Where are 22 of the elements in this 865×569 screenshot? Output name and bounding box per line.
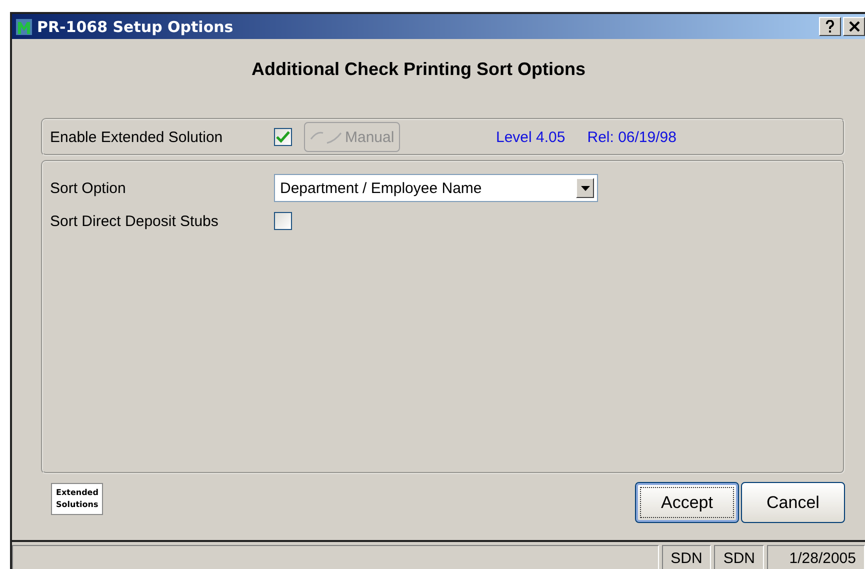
help-button[interactable] <box>819 17 841 36</box>
version-level: Level 4.05 <box>496 128 566 146</box>
app-icon <box>15 18 33 36</box>
close-button[interactable] <box>843 17 865 36</box>
accept-button[interactable]: Accept <box>635 482 739 523</box>
dialog-heading: Additional Check Printing Sort Options <box>250 59 586 80</box>
status-cell: SDN <box>662 545 712 569</box>
status-cell: 1/28/2005 <box>767 545 865 569</box>
question-mark-icon <box>825 20 835 33</box>
checkbox[interactable] <box>274 128 292 146</box>
close-icon <box>848 21 860 32</box>
release-date: Rel: 06/19/98 <box>587 128 676 146</box>
checkbox[interactable] <box>274 212 292 230</box>
field-label: Sort Option <box>50 180 127 196</box>
field-label: Enable Extended Solution <box>50 128 224 146</box>
cancel-button[interactable]: Cancel <box>741 482 845 523</box>
sort-option-dropdown[interactable]: Department / Employee Name <box>274 174 598 202</box>
status-cell: SDN <box>714 545 764 569</box>
field-label: Sort Direct Deposit Stubs <box>50 212 220 230</box>
window-title: PR-1068 Setup Options <box>37 18 234 36</box>
caret-icon <box>580 186 590 190</box>
logo: Extended Solutions <box>52 484 102 514</box>
